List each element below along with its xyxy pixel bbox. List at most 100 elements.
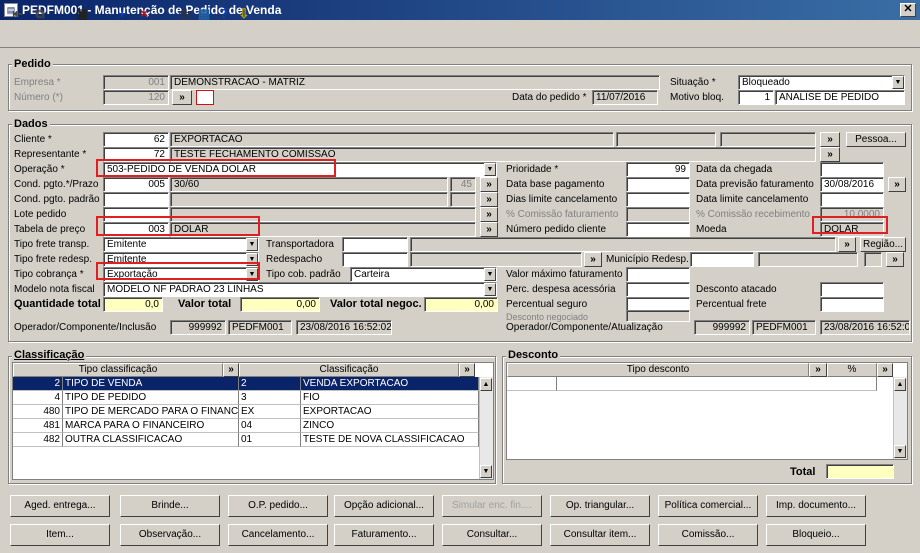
classificacao-cell-code[interactable]: 4 [13, 391, 63, 405]
action-button-cancelamento[interactable]: Cancelamento... [228, 524, 328, 546]
condpadrao-code-field[interactable] [103, 192, 169, 207]
condpadrao-lookup-button[interactable]: » [480, 192, 498, 207]
municipio-code-field[interactable] [690, 252, 754, 267]
datalimite-field[interactable] [820, 192, 884, 207]
col-tipo-desconto[interactable]: Tipo desconto [507, 363, 809, 377]
action-button-pol-tica-comercial[interactable]: Política comercial... [658, 495, 758, 517]
class-scroll-down-icon[interactable]: ▼ [480, 465, 492, 478]
lote-lookup-button[interactable]: » [480, 207, 498, 222]
classificacao-cell-code[interactable]: 2 [13, 377, 63, 391]
classificacao-cell-tipo[interactable]: TIPO DE MERCADO PARA O FINANCEIRO [63, 405, 239, 419]
motivo-code-field[interactable]: 1 [738, 90, 774, 105]
classificacao-cell-tipo[interactable]: MARCA PARA O FINANCEIRO [63, 419, 239, 433]
redespacho-code-field[interactable] [342, 252, 408, 267]
action-button-brinde[interactable]: Brinde... [120, 495, 220, 517]
col-pct-lookup[interactable]: » [877, 363, 893, 377]
desconto-cell-code[interactable] [507, 377, 557, 391]
action-button-simular-enc-fin[interactable]: Simular enc. fin.... [442, 495, 542, 517]
col-class-lookup[interactable]: » [459, 363, 475, 377]
classificacao-cell-class[interactable]: ZINCO [301, 419, 479, 433]
transportadora-lookup-button[interactable]: » [838, 237, 856, 252]
help-icon[interactable]: ? [214, 5, 234, 23]
classificacao-cell-code[interactable]: 481 [13, 419, 63, 433]
diaslimite-field[interactable] [626, 192, 690, 207]
condpgto-lookup-button[interactable]: » [480, 177, 498, 192]
prioridade-field[interactable]: 99 [626, 162, 690, 177]
action-button-op-o-adicional[interactable]: Opção adicional... [334, 495, 434, 517]
calc-icon[interactable]: ▦ [194, 5, 214, 23]
frete-transp-dropdown-icon[interactable]: ▼ [246, 238, 258, 251]
situacao-select[interactable]: Bloqueado [738, 75, 905, 90]
condpgto-code-field[interactable]: 005 [103, 177, 169, 192]
previsao-field[interactable]: 30/08/2016 [820, 177, 884, 192]
action-button-imp-documento[interactable]: Imp. documento... [766, 495, 866, 517]
percdespesa-field[interactable] [626, 282, 690, 297]
classificacao-cell-class[interactable]: VENDA EXPORTACAO [301, 377, 479, 391]
classificacao-cell-c2[interactable]: 04 [239, 419, 301, 433]
descatacado-field[interactable] [820, 282, 884, 297]
col-desconto-lookup[interactable]: » [809, 363, 827, 377]
col-pct[interactable]: % [827, 363, 877, 377]
desconto-cell-desc[interactable] [557, 377, 877, 391]
numcliente-field[interactable] [626, 222, 690, 237]
numero-extra-icon[interactable] [196, 90, 214, 105]
transportadora-code-field[interactable] [342, 237, 408, 252]
col-class[interactable]: Classificação [239, 363, 459, 377]
delete-icon[interactable]: × [134, 5, 154, 23]
close-button[interactable]: ✕ [900, 3, 916, 17]
municipio-lookup-button[interactable]: » [886, 252, 904, 267]
chegada-field[interactable] [820, 162, 884, 177]
modelo-select[interactable]: MODELO NF PADRAO 23 LINHAS [103, 282, 497, 297]
classificacao-cell-class[interactable]: TESTE DE NOVA CLASSIFICACAO [301, 433, 479, 447]
add-icon[interactable]: + [112, 5, 132, 23]
numero-lookup-button[interactable]: » [172, 90, 192, 105]
action-button-observa-o[interactable]: Observação... [120, 524, 220, 546]
frete-transp-select[interactable]: Emitente [103, 237, 259, 252]
redespacho-lookup-button[interactable]: » [584, 252, 602, 267]
action-button-bloqueio[interactable]: Bloqueio... [766, 524, 866, 546]
first-record-icon[interactable]: ⇤ [8, 5, 28, 23]
print-icon[interactable]: ⎙ [174, 5, 194, 23]
action-button-op-triangular[interactable]: Op. triangular... [550, 495, 650, 517]
classificacao-cell-c2[interactable]: 2 [239, 377, 301, 391]
col-tipo-lookup[interactable]: » [223, 363, 239, 377]
classificacao-cell-tipo[interactable]: TIPO DE PEDIDO [63, 391, 239, 405]
action-button-consultar[interactable]: Consultar... [442, 524, 542, 546]
desc-scroll-down-icon[interactable]: ▼ [894, 445, 906, 458]
modelo-dropdown-icon[interactable]: ▼ [484, 283, 496, 296]
action-button-o-p-pedido[interactable]: O.P. pedido... [228, 495, 328, 517]
valormax-field[interactable] [626, 267, 690, 282]
pessoa-button[interactable]: Pessoa... [846, 132, 906, 147]
action-button-comiss-o[interactable]: Comissão... [658, 524, 758, 546]
cobpadrao-select[interactable]: Carteira [350, 267, 497, 282]
percfrete-field[interactable] [820, 297, 884, 312]
classificacao-cell-code[interactable]: 482 [13, 433, 63, 447]
action-button-consultar-item[interactable]: Consultar item... [550, 524, 650, 546]
cliente-lookup-button[interactable]: » [820, 132, 840, 147]
classificacao-cell-tipo[interactable]: TIPO DE VENDA [63, 377, 239, 391]
classificacao-cell-class[interactable]: EXPORTACAO [301, 405, 479, 419]
action-button-faturamento[interactable]: Faturamento... [334, 524, 434, 546]
action-button-aged-entrega[interactable]: Aged. entrega... [10, 495, 110, 517]
cliente-code-field[interactable]: 62 [103, 132, 169, 147]
cobpadrao-dropdown-icon[interactable]: ▼ [484, 268, 496, 281]
classificacao-cell-class[interactable]: FIO [301, 391, 479, 405]
representante-lookup-button[interactable]: » [820, 147, 840, 162]
copy-icon[interactable]: ⧉ [30, 5, 50, 23]
classificacao-cell-c2[interactable]: EX [239, 405, 301, 419]
class-scroll-up-icon[interactable]: ▲ [480, 378, 492, 391]
previsao-button[interactable]: » [888, 177, 906, 192]
situacao-dropdown-icon[interactable]: ▼ [892, 76, 904, 89]
classificacao-cell-c2[interactable]: 01 [239, 433, 301, 447]
classificacao-cell-c2[interactable]: 3 [239, 391, 301, 405]
desc-scroll-up-icon[interactable]: ▲ [894, 378, 906, 391]
save-icon[interactable]: ▣ [72, 5, 92, 23]
classificacao-cell-code[interactable]: 480 [13, 405, 63, 419]
classificacao-scrollbar[interactable] [479, 377, 493, 479]
tabela-lookup-button[interactable]: » [480, 222, 498, 237]
exit-icon[interactable]: ⇩ [234, 5, 254, 23]
classificacao-cell-tipo[interactable]: OUTRA CLASSIFICACAO [63, 433, 239, 447]
action-button-item[interactable]: Item... [10, 524, 110, 546]
regiao-button[interactable]: Região... [860, 237, 906, 252]
col-tipo-class[interactable]: Tipo classificação [13, 363, 223, 377]
